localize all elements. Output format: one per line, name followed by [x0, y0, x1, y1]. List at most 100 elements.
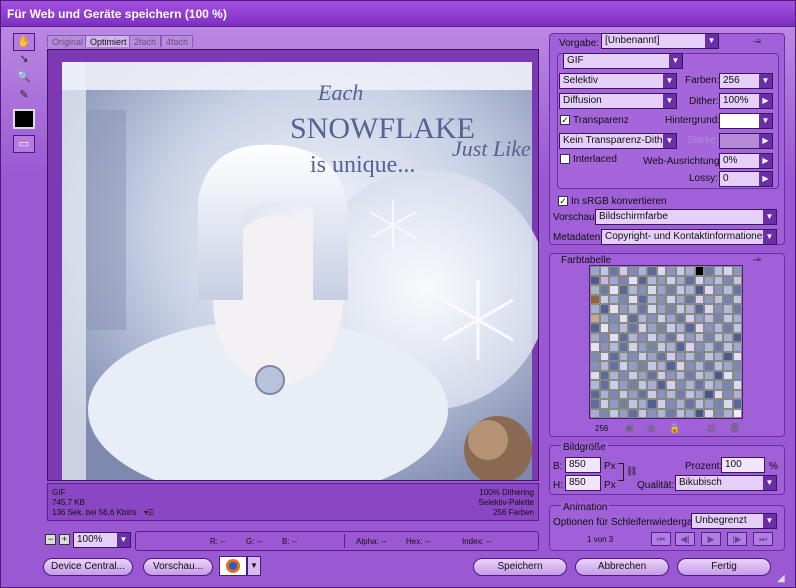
- color-swatch[interactable]: [599, 323, 609, 333]
- color-swatch[interactable]: [694, 399, 704, 409]
- tab-optimized[interactable]: Optimiert: [85, 35, 132, 47]
- color-swatch[interactable]: [713, 408, 723, 418]
- srgb-checkbox[interactable]: ✓: [558, 196, 568, 206]
- color-swatch[interactable]: [732, 370, 742, 380]
- color-swatch[interactable]: [637, 351, 647, 361]
- color-swatch[interactable]: [666, 370, 676, 380]
- slice-select-tool-icon[interactable]: ↘: [13, 51, 35, 69]
- color-swatch[interactable]: [704, 323, 714, 333]
- color-swatch[interactable]: [713, 285, 723, 295]
- color-swatch[interactable]: [685, 408, 695, 418]
- color-swatch[interactable]: [704, 342, 714, 352]
- color-swatch[interactable]: [694, 285, 704, 295]
- color-swatch[interactable]: [732, 380, 742, 390]
- color-swatch[interactable]: [599, 351, 609, 361]
- color-swatch[interactable]: [609, 323, 619, 333]
- color-swatch[interactable]: [656, 332, 666, 342]
- color-swatch[interactable]: [618, 294, 628, 304]
- color-swatch[interactable]: [685, 361, 695, 371]
- preview-browser-button[interactable]: Vorschau...: [143, 558, 213, 576]
- color-swatch[interactable]: [685, 304, 695, 314]
- color-swatch[interactable]: [732, 313, 742, 323]
- color-swatch[interactable]: [656, 351, 666, 361]
- color-swatch[interactable]: [609, 275, 619, 285]
- zoom-in-button[interactable]: +: [59, 534, 70, 545]
- color-swatch[interactable]: [723, 323, 733, 333]
- color-swatch[interactable]: [628, 304, 638, 314]
- color-swatch[interactable]: [647, 389, 657, 399]
- matte-select[interactable]: ▼: [719, 113, 773, 129]
- color-swatch[interactable]: [675, 351, 685, 361]
- device-central-button[interactable]: Device Central...: [43, 558, 133, 576]
- first-frame-icon[interactable]: ⏮: [651, 532, 671, 546]
- color-swatch[interactable]: [609, 342, 619, 352]
- width-input[interactable]: 850: [565, 457, 601, 473]
- color-swatch[interactable]: [723, 399, 733, 409]
- color-swatch[interactable]: [656, 266, 666, 276]
- color-swatch[interactable]: [704, 361, 714, 371]
- color-swatch[interactable]: [685, 389, 695, 399]
- color-swatch[interactable]: [609, 332, 619, 342]
- color-swatch[interactable]: [590, 370, 600, 380]
- color-swatch[interactable]: [590, 380, 600, 390]
- color-swatch[interactable]: [618, 361, 628, 371]
- color-swatch[interactable]: [666, 294, 676, 304]
- color-swatch[interactable]: [599, 266, 609, 276]
- color-swatch[interactable]: [647, 332, 657, 342]
- color-swatch[interactable]: [704, 313, 714, 323]
- color-swatch[interactable]: [675, 275, 685, 285]
- color-swatch[interactable]: [647, 408, 657, 418]
- color-swatch[interactable]: [637, 380, 647, 390]
- color-swatch[interactable]: [599, 389, 609, 399]
- color-swatch[interactable]: [723, 313, 733, 323]
- color-swatch[interactable]: [590, 323, 600, 333]
- link-chain-icon[interactable]: ⛓: [626, 466, 637, 477]
- color-swatch[interactable]: [675, 370, 685, 380]
- color-swatch[interactable]: [694, 332, 704, 342]
- color-swatch[interactable]: [713, 399, 723, 409]
- color-swatch[interactable]: [628, 399, 638, 409]
- color-swatch[interactable]: [656, 313, 666, 323]
- color-swatch[interactable]: [713, 380, 723, 390]
- color-swatch[interactable]: [666, 399, 676, 409]
- color-swatch[interactable]: [609, 304, 619, 314]
- color-swatch[interactable]: [637, 304, 647, 314]
- color-swatch[interactable]: [590, 266, 600, 276]
- color-swatch[interactable]: [637, 408, 647, 418]
- cancel-button[interactable]: Abbrechen: [575, 558, 669, 576]
- color-swatch[interactable]: [704, 370, 714, 380]
- color-swatch[interactable]: [723, 285, 733, 295]
- image-preview[interactable]: Each SNOWFLAKE is unique... Just Like Y: [47, 49, 539, 481]
- color-swatch[interactable]: [647, 342, 657, 352]
- color-swatch[interactable]: [704, 389, 714, 399]
- color-swatch[interactable]: [609, 370, 619, 380]
- color-swatch[interactable]: [704, 351, 714, 361]
- color-swatch[interactable]: [732, 361, 742, 371]
- color-swatch[interactable]: [685, 332, 695, 342]
- color-swatch[interactable]: [647, 275, 657, 285]
- format-select[interactable]: GIF ▼: [563, 53, 683, 69]
- color-swatch[interactable]: [656, 399, 666, 409]
- color-swatch[interactable]: [704, 294, 714, 304]
- preset-select[interactable]: [Unbenannt] ▼: [601, 33, 719, 49]
- tab-4up[interactable]: 4fach: [161, 35, 194, 47]
- browser-firefox-icon[interactable]: [219, 556, 247, 576]
- color-swatch[interactable]: [704, 408, 714, 418]
- color-swatch[interactable]: [694, 294, 704, 304]
- web-snap-input[interactable]: 0% ▶: [719, 153, 773, 169]
- color-swatch[interactable]: [694, 389, 704, 399]
- color-swatch[interactable]: [723, 389, 733, 399]
- color-swatch[interactable]: [628, 361, 638, 371]
- color-swatch[interactable]: [599, 361, 609, 371]
- color-swatch[interactable]: [637, 370, 647, 380]
- color-swatch[interactable]: [713, 361, 723, 371]
- color-swatch[interactable]: [723, 294, 733, 304]
- percent-input[interactable]: 100: [721, 457, 765, 473]
- color-swatch[interactable]: [628, 370, 638, 380]
- color-swatch[interactable]: [666, 389, 676, 399]
- resize-grip-icon[interactable]: ◢: [777, 573, 785, 584]
- color-swatch[interactable]: [637, 323, 647, 333]
- color-swatch[interactable]: [647, 380, 657, 390]
- color-swatch[interactable]: [732, 332, 742, 342]
- color-swatch[interactable]: [637, 313, 647, 323]
